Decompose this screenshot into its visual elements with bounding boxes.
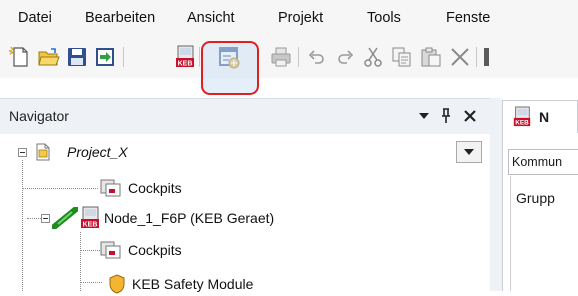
redo-button[interactable] xyxy=(332,44,358,70)
tree-item-cockpits[interactable]: Cockpits xyxy=(100,176,182,200)
menu-datei[interactable]: Datei xyxy=(18,10,52,26)
undo-button[interactable] xyxy=(304,44,330,70)
toolbar-separator xyxy=(123,47,124,67)
menu-ansicht[interactable]: Ansicht xyxy=(187,10,235,26)
shield-icon xyxy=(109,274,125,294)
keb-device-icon: KEB xyxy=(81,206,99,229)
toolbar-separator xyxy=(199,47,200,67)
navigator-menu-button[interactable] xyxy=(417,106,431,126)
keb-device-icon: KEB xyxy=(176,45,194,68)
tree-guide xyxy=(80,282,102,283)
tree-guide xyxy=(22,188,98,189)
close-panel-button[interactable] xyxy=(463,106,477,126)
highlight-marker xyxy=(201,41,259,95)
redo-icon xyxy=(338,50,354,64)
tree-item-node[interactable]: KEB Node_1_F6P (KEB Geraet) xyxy=(52,206,274,230)
new-project-button[interactable] xyxy=(7,44,33,70)
save-icon xyxy=(68,48,86,66)
tree-item-label: Cockpits xyxy=(128,180,182,196)
editor-tab-label: N xyxy=(539,109,550,125)
keb-device-icon: KEB xyxy=(513,106,531,127)
keb-device-button[interactable]: KEB xyxy=(172,44,198,70)
subtab-kommunikation[interactable]: Kommun xyxy=(508,149,578,175)
delete-button[interactable] xyxy=(447,44,473,70)
import-icon xyxy=(96,48,114,66)
paste-icon xyxy=(421,47,441,67)
menu-bearbeiten[interactable]: Bearbeiten xyxy=(85,10,155,26)
new-project-icon xyxy=(9,46,28,67)
copy-button[interactable] xyxy=(389,44,415,70)
more-tools-icon xyxy=(484,48,489,66)
open-button[interactable] xyxy=(36,44,62,70)
menu-tools[interactable]: Tools xyxy=(367,10,401,26)
close-icon xyxy=(464,110,476,122)
copy-icon xyxy=(392,47,411,67)
editor-tab[interactable]: KEB N xyxy=(502,100,578,134)
open-folder-icon xyxy=(38,48,60,66)
minus-icon xyxy=(43,218,48,219)
svg-text:KEB: KEB xyxy=(83,222,98,229)
caret-down-icon xyxy=(419,113,429,119)
navigator-title: Navigator xyxy=(9,108,69,124)
delete-icon xyxy=(451,48,469,66)
tree-item-label: Project_X xyxy=(67,144,128,160)
pin-icon xyxy=(442,108,450,123)
save-button[interactable] xyxy=(64,44,90,70)
caret-down-icon xyxy=(464,149,474,155)
cockpit-icon xyxy=(100,179,121,197)
print-button[interactable] xyxy=(268,44,294,70)
pin-button[interactable] xyxy=(439,106,453,126)
tree-item-label: Node_1_F6P (KEB Geraet) xyxy=(104,210,275,226)
toolbar: KEB xyxy=(0,36,578,78)
svg-text:KEB: KEB xyxy=(178,61,193,68)
menu-fenster[interactable]: Fenste xyxy=(446,10,490,26)
paste-button[interactable] xyxy=(418,44,444,70)
collapse-toggle[interactable] xyxy=(18,148,27,157)
connection-icon xyxy=(52,207,78,229)
svg-text:KEB: KEB xyxy=(515,120,529,127)
panel-splitter[interactable] xyxy=(490,98,502,291)
tree-item-safety-module[interactable]: KEB Safety Module xyxy=(108,272,253,296)
toolbar-separator xyxy=(476,47,477,67)
toolbar-separator xyxy=(298,47,299,67)
navigator-header: Navigator xyxy=(0,98,490,134)
cut-icon xyxy=(364,47,382,67)
import-button[interactable] xyxy=(92,44,118,70)
menu-bar: Datei Bearbeiten Ansicht Projekt Tools F… xyxy=(0,0,578,36)
cockpit-icon xyxy=(100,241,121,259)
tree-item-node-cockpits[interactable]: Cockpits xyxy=(100,238,182,262)
group-label: Grupp xyxy=(516,190,555,206)
tree-guide xyxy=(80,250,100,251)
cut-button[interactable] xyxy=(360,44,386,70)
collapse-toggle[interactable] xyxy=(41,214,50,223)
toolbar-overflow[interactable] xyxy=(482,44,492,70)
tree-item-label: KEB Safety Module xyxy=(132,276,254,292)
tree-item-project[interactable]: Project_X xyxy=(33,140,128,164)
menu-projekt[interactable]: Projekt xyxy=(278,10,323,26)
minus-icon xyxy=(20,152,25,153)
project-icon xyxy=(36,143,50,161)
tree-item-label: Cockpits xyxy=(128,242,182,258)
undo-icon xyxy=(308,50,324,64)
navigator-dropdown-button[interactable] xyxy=(456,141,482,163)
print-icon xyxy=(271,47,291,67)
tree-guide xyxy=(22,160,23,291)
